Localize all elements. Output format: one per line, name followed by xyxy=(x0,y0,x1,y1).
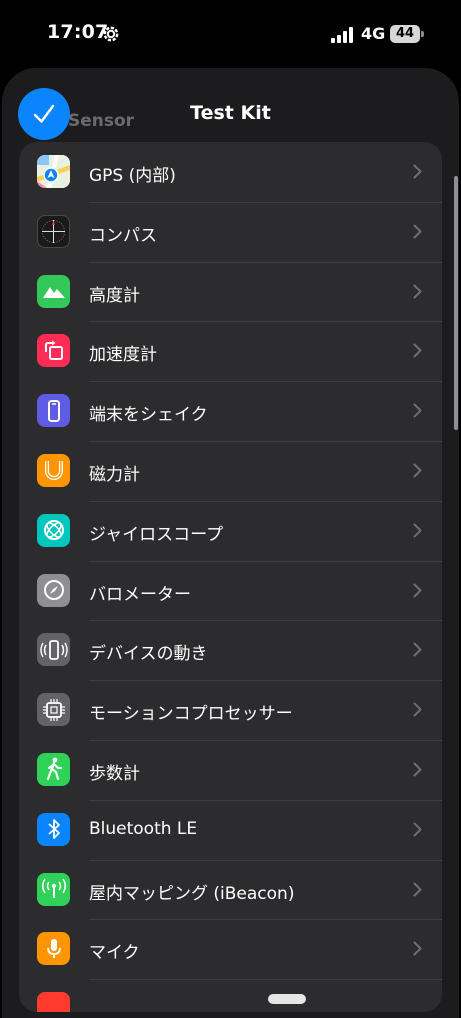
status-bar: 17:07 4G 44 xyxy=(0,0,461,66)
chevron-right-icon xyxy=(413,583,422,598)
list-item-pedometer[interactable]: 歩数計 xyxy=(19,739,442,800)
list-item-barometer[interactable]: バロメーター xyxy=(19,560,442,621)
chip-icon xyxy=(37,693,70,727)
list-item-shake-device[interactable]: 端末をシェイク xyxy=(19,381,442,441)
list-item-bluetooth-le[interactable]: Bluetooth LE xyxy=(19,799,442,860)
maps-icon xyxy=(37,155,70,188)
chevron-right-icon xyxy=(413,403,422,418)
list-item-label: デバイスの動き xyxy=(89,644,208,665)
sensor-list: GPS (内部) コンパス 高度計 加速度計 端末をシェイク 磁力計 ジャイロス… xyxy=(19,142,442,1012)
chevron-right-icon xyxy=(413,523,422,538)
chevron-right-icon xyxy=(413,882,422,897)
chevron-right-icon xyxy=(413,642,422,657)
gear-icon xyxy=(103,26,119,42)
signal-strength-icon xyxy=(331,27,353,43)
list-item-label: コンパス xyxy=(89,225,157,246)
device-motion-icon xyxy=(37,633,70,667)
list-item-label: 加速度計 xyxy=(89,345,157,366)
phone-icon xyxy=(37,394,70,428)
mountain-icon xyxy=(37,274,70,308)
chevron-right-icon xyxy=(413,702,422,717)
list-item-compass[interactable]: コンパス xyxy=(19,201,442,262)
rotate-icon xyxy=(37,334,70,368)
list-item-label: 磁力計 xyxy=(89,464,140,485)
bluetooth-icon xyxy=(37,812,70,846)
chevron-right-icon xyxy=(413,284,422,299)
chevron-right-icon xyxy=(413,463,422,478)
chevron-right-icon xyxy=(413,224,422,239)
home-indicator xyxy=(268,994,306,1004)
status-time: 17:07 xyxy=(47,21,109,43)
list-item-motion-coprocessor[interactable]: モーションコプロセッサー xyxy=(19,680,442,740)
magnet-icon xyxy=(37,453,70,487)
sheet-title: Test Kit xyxy=(190,102,271,124)
chevron-right-icon xyxy=(413,762,422,777)
microphone-icon xyxy=(37,932,70,966)
list-item-label: GPS (内部) xyxy=(89,166,176,186)
list-item-altimeter[interactable]: 高度計 xyxy=(19,261,442,322)
list-item-label: 端末をシェイク xyxy=(89,405,208,426)
list-item-microphone[interactable]: マイク xyxy=(19,919,442,979)
list-item-device-motion[interactable]: デバイスの動き xyxy=(19,620,442,680)
list-item-label: 高度計 xyxy=(89,285,140,306)
list-item-label: マイク xyxy=(89,943,140,964)
list-item-label: 屋内マッピング (iBeacon) xyxy=(89,883,295,904)
list-item-label: バロメーター xyxy=(89,584,191,605)
antenna-icon xyxy=(37,872,70,906)
partial-icon xyxy=(37,992,70,1012)
list-item-label: 歩数計 xyxy=(89,763,140,784)
walking-icon xyxy=(37,752,70,786)
list-item-gps[interactable]: GPS (内部) xyxy=(19,142,442,202)
list-item-magnetometer[interactable]: 磁力計 xyxy=(19,440,442,501)
chevron-right-icon xyxy=(413,343,422,358)
chevron-right-icon xyxy=(413,822,422,837)
compass-icon xyxy=(37,214,70,248)
list-item-indoor-mapping[interactable]: 屋内マッピング (iBeacon) xyxy=(19,859,442,920)
list-item-label: ジャイロスコープ xyxy=(89,524,224,545)
list-item-gyroscope[interactable]: ジャイロスコープ xyxy=(19,500,442,561)
list-item-label: Bluetooth LE xyxy=(89,818,198,839)
list-item-partial[interactable] xyxy=(19,979,442,1012)
gyroscope-icon xyxy=(37,513,70,547)
network-type: 4G xyxy=(361,24,386,43)
battery-icon: 44 xyxy=(390,25,424,43)
list-item-accelerometer[interactable]: 加速度計 xyxy=(19,321,442,381)
battery-level: 44 xyxy=(390,25,420,43)
list-item-label: モーションコプロセッサー xyxy=(89,704,293,725)
scrollbar[interactable] xyxy=(454,176,458,430)
chevron-right-icon xyxy=(413,164,422,179)
gauge-icon xyxy=(37,573,70,607)
chevron-right-icon xyxy=(413,941,422,956)
